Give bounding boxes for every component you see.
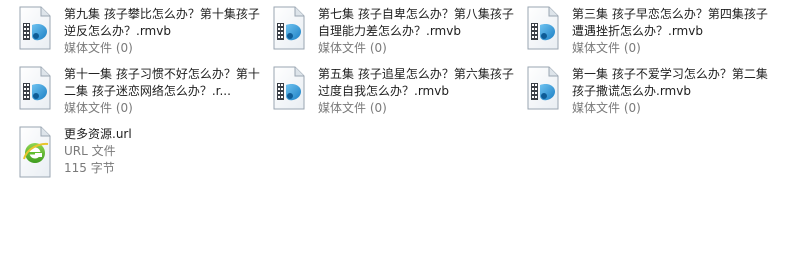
file-meta: 媒体文件 (0)	[318, 41, 387, 55]
file-name: 第五集 孩子追星怎么办？第六集孩子过度自我怎么办？.rmvb	[318, 67, 514, 98]
file-name: 更多资源.url	[64, 127, 132, 141]
file-meta: 媒体文件 (0)	[572, 101, 641, 115]
file-meta: 媒体文件 (0)	[572, 41, 641, 55]
file-name: 第三集 孩子早恋怎么办？第四集孩子遭遇挫折怎么办？.rmvb	[572, 7, 768, 38]
file-name: 第七集 孩子自卑怎么办？第八集孩子自理能力差怎么办？.rmvb	[318, 7, 514, 38]
media-file-icon	[272, 6, 306, 50]
file-meta: 媒体文件 (0)	[64, 41, 133, 55]
file-item-1[interactable]: 第九集 孩子攀比怎么办？第十集孩子逆反怎么办？.rmvb 媒体文件 (0)	[18, 6, 270, 62]
file-name: 第一集 孩子不爱学习怎么办？第二集孩子撒谎怎么办.rmvb	[572, 67, 768, 98]
file-item-4[interactable]: 第十一集 孩子习惯不好怎么办？第十二集 孩子迷恋网络怎么办？.r... 媒体文件…	[18, 66, 270, 122]
file-type: URL 文件	[64, 144, 116, 158]
file-meta: 媒体文件 (0)	[64, 101, 133, 115]
file-name: 第十一集 孩子习惯不好怎么办？第十二集 孩子迷恋网络怎么办？.r...	[64, 67, 260, 98]
media-file-icon	[272, 66, 306, 110]
media-file-icon	[18, 66, 52, 110]
file-item-2[interactable]: 第七集 孩子自卑怎么办？第八集孩子自理能力差怎么办？.rmvb 媒体文件 (0)	[272, 6, 524, 62]
media-file-icon	[526, 6, 560, 50]
file-item-3[interactable]: 第三集 孩子早恋怎么办？第四集孩子遭遇挫折怎么办？.rmvb 媒体文件 (0)	[526, 6, 778, 62]
file-size: 115 字节	[64, 161, 115, 175]
file-item-5[interactable]: 第五集 孩子追星怎么办？第六集孩子过度自我怎么办？.rmvb 媒体文件 (0)	[272, 66, 524, 122]
file-meta: 媒体文件 (0)	[318, 101, 387, 115]
file-item-6[interactable]: 第一集 孩子不爱学习怎么办？第二集孩子撒谎怎么办.rmvb 媒体文件 (0)	[526, 66, 778, 122]
url-file-icon	[18, 126, 52, 178]
file-name: 第九集 孩子攀比怎么办？第十集孩子逆反怎么办？.rmvb	[64, 7, 260, 38]
media-file-icon	[526, 66, 560, 110]
file-item-7[interactable]: 更多资源.url URL 文件 115 字节	[18, 126, 270, 182]
media-file-icon	[18, 6, 52, 50]
